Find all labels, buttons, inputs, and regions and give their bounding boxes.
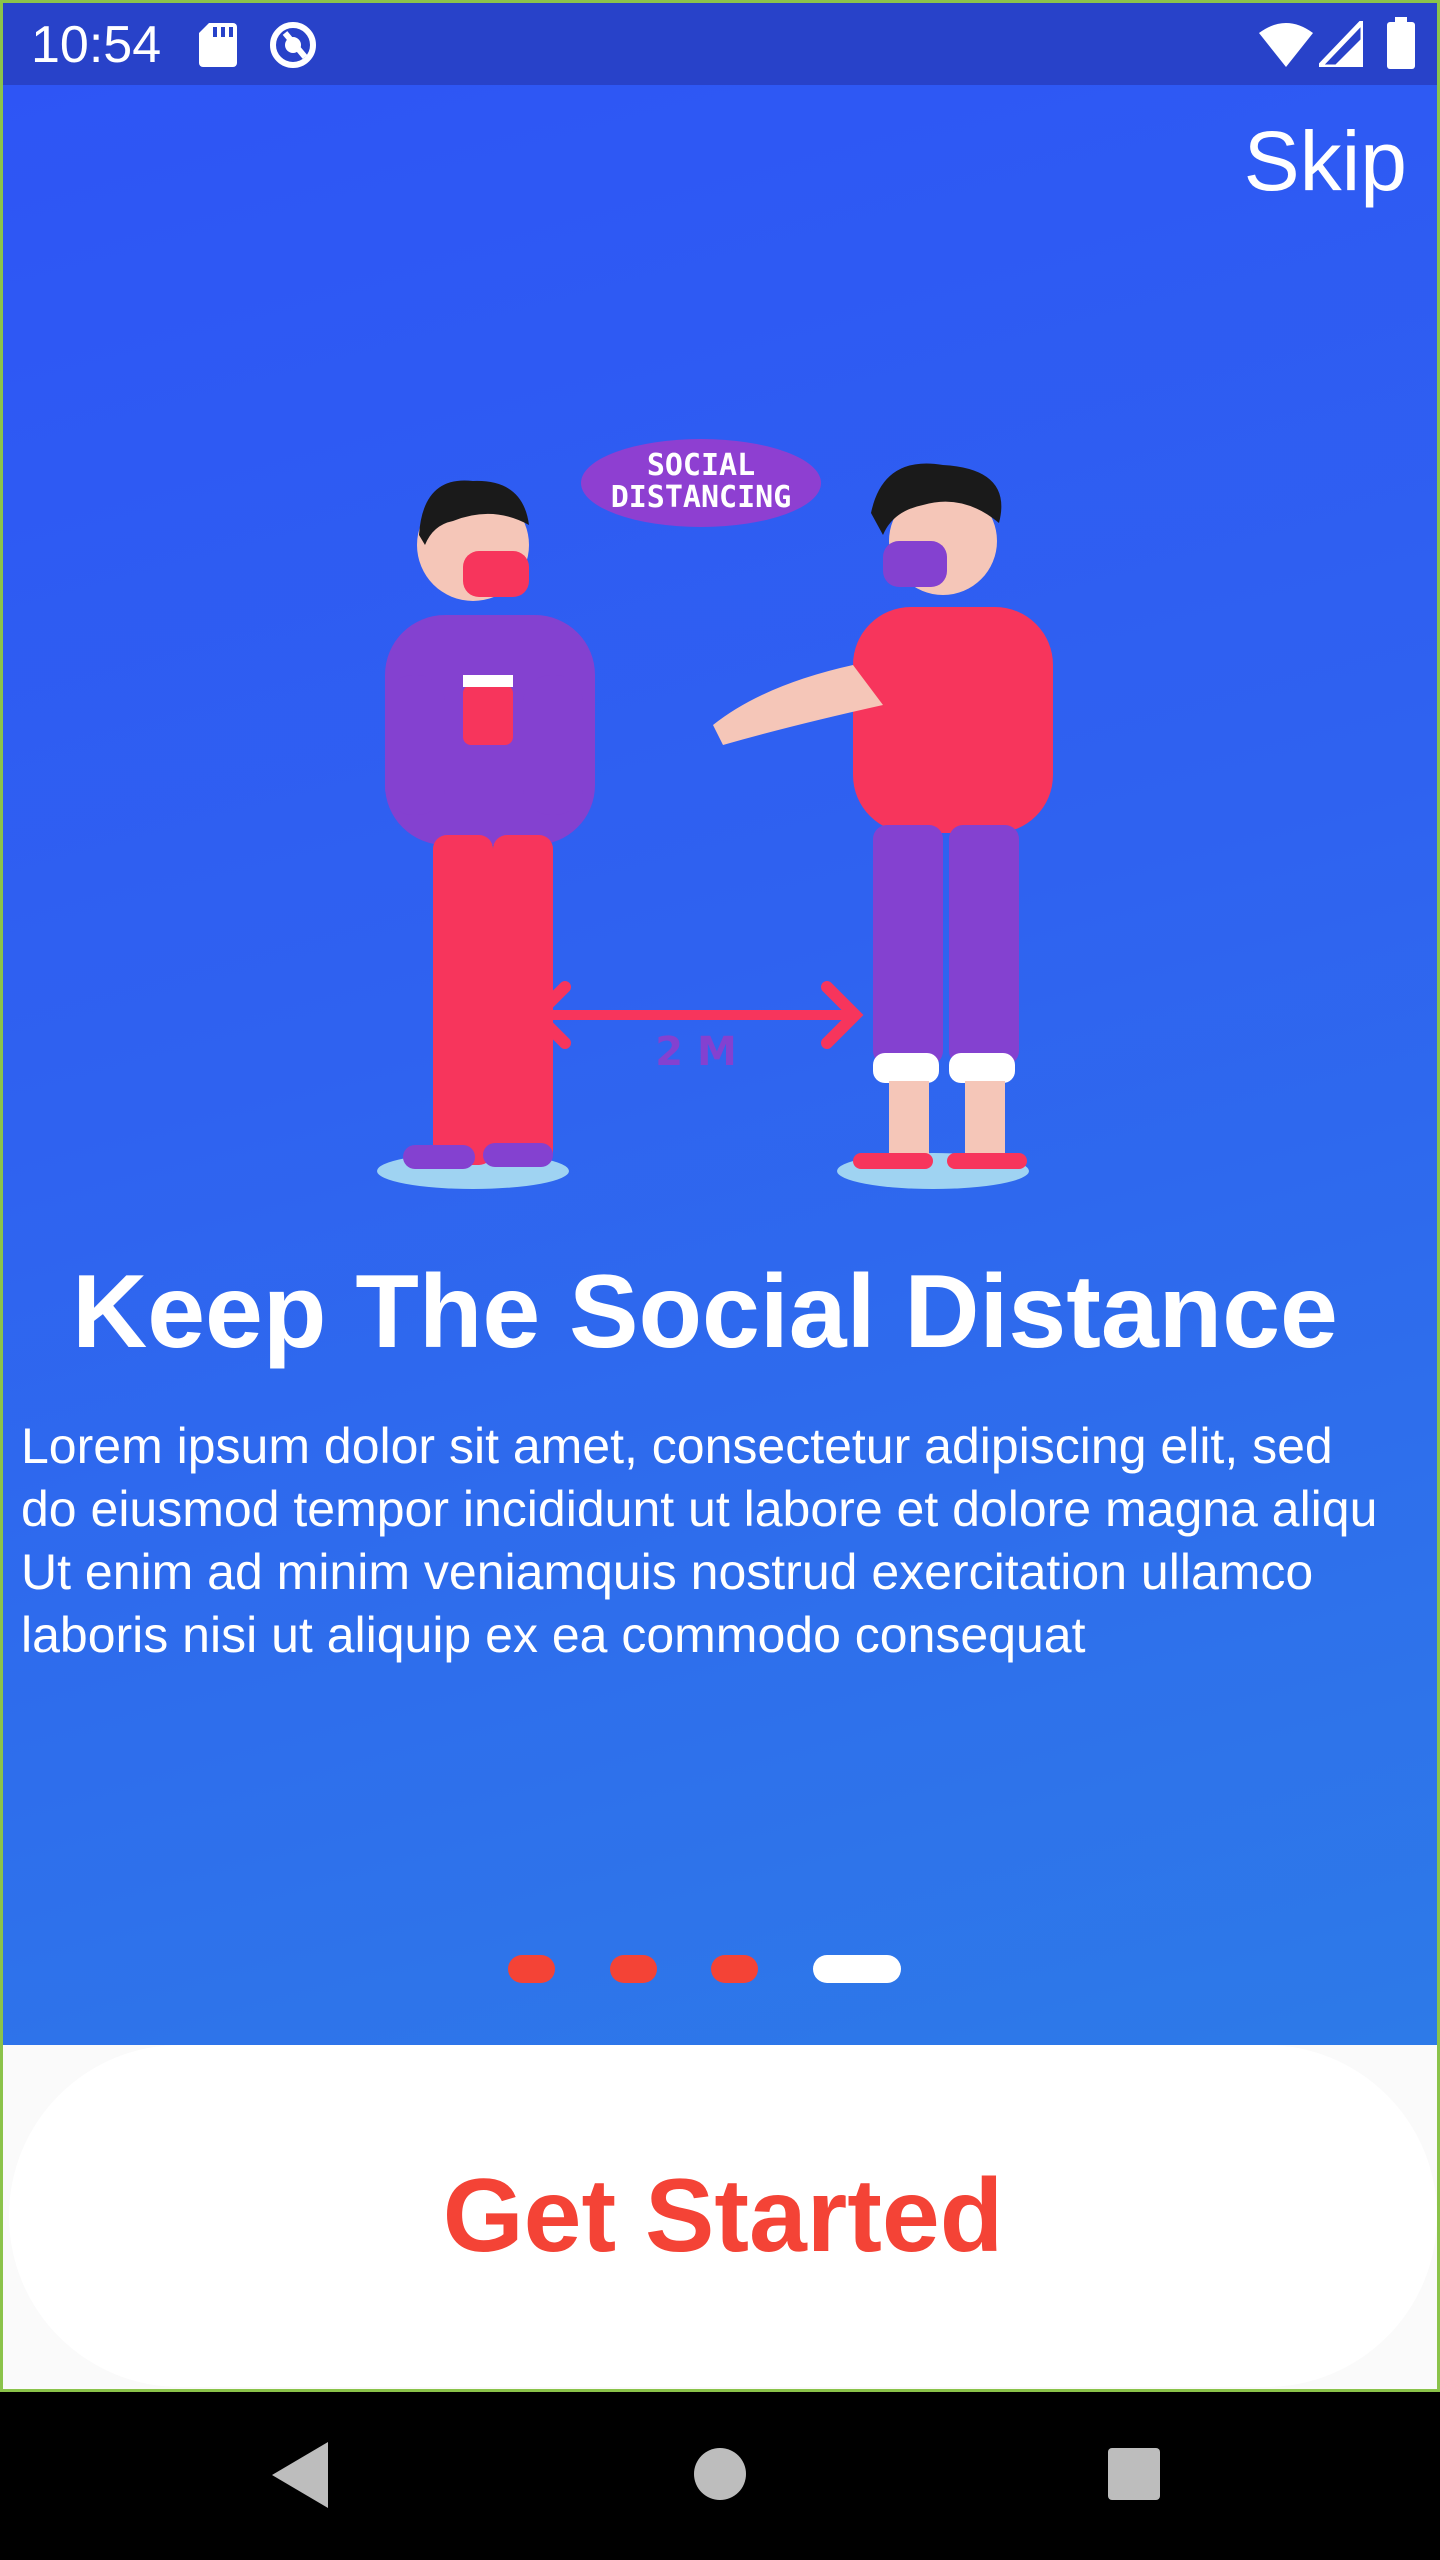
page-dot[interactable] xyxy=(610,1955,657,1983)
distance-label: 2 M xyxy=(655,1029,737,1075)
sd-card-icon xyxy=(199,23,237,67)
bottom-panel: Get Started xyxy=(3,2045,1437,2389)
page-indicator xyxy=(3,1955,1437,1995)
get-started-button[interactable]: Get Started xyxy=(9,2045,1437,2387)
badge-line1: SOCIAL xyxy=(647,448,755,483)
status-bar: 10:54 xyxy=(3,3,1437,85)
status-time: 10:54 xyxy=(31,16,162,74)
page-description: Lorem ipsum dolor sit amet, consectetur … xyxy=(21,1418,1378,1663)
system-nav-bar xyxy=(0,2392,1440,2560)
badge-line2: DISTANCING xyxy=(611,480,792,515)
battery-icon xyxy=(1387,17,1415,69)
page-dot[interactable] xyxy=(508,1955,555,1983)
sync-icon xyxy=(270,22,316,68)
page-title: Keep The Social Distance xyxy=(72,1254,1338,1370)
page-dot-active[interactable] xyxy=(813,1955,901,1983)
social-distancing-illustration: SOCIAL DISTANCING 2 M xyxy=(377,439,1053,1189)
app-window: 10:54 Skip SOCIAL DISTANCING 2 M Keep Th… xyxy=(0,0,1440,2392)
recents-icon[interactable] xyxy=(1108,2448,1160,2500)
skip-button[interactable]: Skip xyxy=(1244,113,1407,210)
back-icon[interactable] xyxy=(272,2442,328,2508)
wifi-icon xyxy=(1259,23,1313,67)
home-icon[interactable] xyxy=(694,2448,746,2500)
signal-icon xyxy=(1319,21,1363,67)
page-dot[interactable] xyxy=(711,1955,758,1983)
onboarding-page: Skip SOCIAL DISTANCING 2 M Keep The Soci… xyxy=(3,85,1437,2045)
